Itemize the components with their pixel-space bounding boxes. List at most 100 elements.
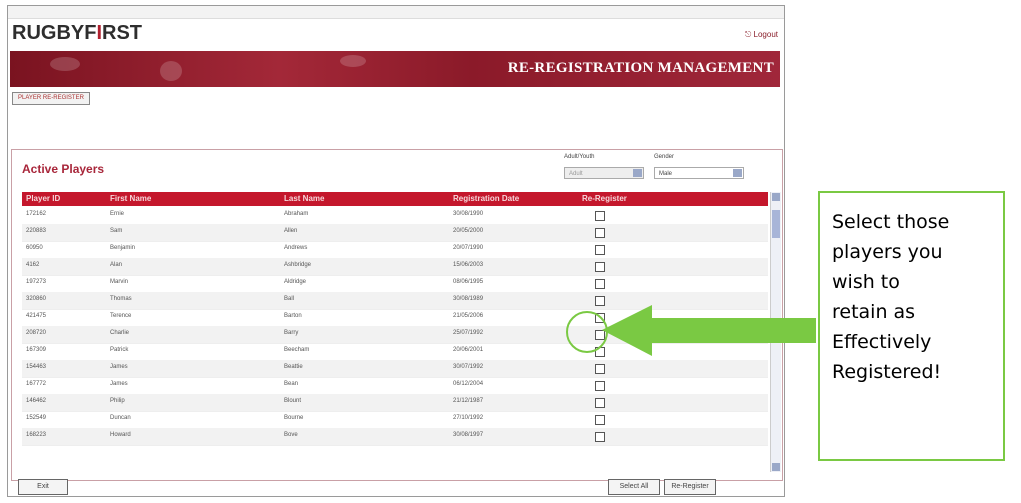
adult-youth-value: Adult bbox=[569, 171, 583, 177]
re-register-checkbox[interactable] bbox=[595, 364, 605, 374]
cell-date: 25/07/1992 bbox=[453, 330, 484, 336]
gender-select[interactable]: Male bbox=[654, 167, 744, 179]
logo-text-part1: RUGBYF bbox=[12, 22, 97, 44]
table-row: 167772 James Bean 06/12/2004 bbox=[22, 377, 768, 395]
gender-label: Gender bbox=[654, 154, 675, 160]
re-register-checkbox[interactable] bbox=[595, 262, 605, 272]
cell-id: 320860 bbox=[26, 296, 47, 302]
cell-date: 08/06/1995 bbox=[453, 279, 484, 285]
re-register-checkbox[interactable] bbox=[595, 279, 605, 289]
re-register-checkbox[interactable] bbox=[595, 228, 605, 238]
adult-youth-select[interactable]: Adult bbox=[564, 167, 644, 179]
cell-id: 208720 bbox=[26, 330, 47, 336]
cell-date: 21/05/2006 bbox=[453, 313, 484, 319]
cell-id: 146462 bbox=[26, 398, 47, 404]
re-register-checkbox[interactable] bbox=[595, 432, 605, 442]
cell-first: Benjamin bbox=[110, 245, 136, 251]
banner-decoration bbox=[50, 57, 80, 71]
table-row: 152549 Duncan Bourne 27/10/1992 bbox=[22, 411, 768, 429]
scroll-up-button[interactable] bbox=[772, 193, 780, 201]
cell-date: 27/10/1992 bbox=[453, 415, 484, 421]
cell-first: Philip bbox=[110, 398, 125, 404]
column-header-first-name[interactable]: First Name bbox=[110, 194, 151, 203]
callout-line: retain as bbox=[832, 301, 916, 323]
grid-header: Player ID First Name Last Name Registrat… bbox=[22, 192, 768, 206]
cell-date: 30/08/1997 bbox=[453, 432, 484, 438]
cell-first: Patrick bbox=[110, 347, 129, 353]
cell-date: 30/08/1989 bbox=[453, 296, 484, 302]
cell-last: Barton bbox=[284, 313, 302, 319]
cell-last: Andrews bbox=[284, 245, 308, 251]
re-register-checkbox[interactable] bbox=[595, 415, 605, 425]
cell-id: 197273 bbox=[26, 279, 47, 285]
banner-decoration bbox=[340, 55, 366, 67]
banner-title: RE-REGISTRATION MANAGEMENT bbox=[507, 60, 774, 76]
scroll-down-button[interactable] bbox=[772, 463, 780, 471]
banner-decoration bbox=[160, 61, 182, 81]
cell-first: Sam bbox=[110, 228, 123, 234]
cell-date: 20/05/2000 bbox=[453, 228, 484, 234]
cell-first: Duncan bbox=[110, 415, 131, 421]
select-all-button[interactable]: Select All bbox=[608, 479, 660, 495]
cell-date: 30/08/1990 bbox=[453, 211, 484, 217]
cell-id: 60950 bbox=[26, 245, 43, 251]
panel-title: Active Players bbox=[22, 162, 105, 176]
instruction-callout: Select those players you wish to retain as E… bbox=[818, 191, 1005, 461]
re-register-checkbox[interactable] bbox=[595, 245, 605, 255]
column-header-last-name[interactable]: Last Name bbox=[284, 194, 324, 203]
logout-link[interactable]: ⎋ Logout bbox=[745, 30, 778, 40]
cell-last: Aldridge bbox=[284, 279, 307, 285]
cell-date: 30/07/1992 bbox=[453, 364, 484, 370]
cell-last: Beattie bbox=[284, 364, 303, 370]
table-row: 4162 Alan Ashbridge 15/06/2003 bbox=[22, 258, 768, 276]
cell-last: Ashbridge bbox=[284, 262, 312, 268]
cell-first: Charlie bbox=[110, 330, 130, 336]
rugbyfirst-logo: RUGBYFIRST bbox=[12, 22, 142, 45]
callout-line: wish to bbox=[832, 271, 900, 293]
table-row: 172162 Ernie Abraham 30/08/1990 bbox=[22, 207, 768, 225]
cell-last: Beecham bbox=[284, 347, 310, 353]
cell-date: 15/06/2003 bbox=[453, 262, 484, 268]
cell-last: Bove bbox=[284, 432, 298, 438]
app-window: RUGBYFIRST ⎋ Logout RE-REGISTRATION MANA… bbox=[7, 5, 785, 497]
browser-top-strip bbox=[8, 6, 784, 19]
re-register-button[interactable]: Re-Register bbox=[664, 479, 716, 495]
callout-line: players you bbox=[832, 241, 943, 263]
cell-id: 220883 bbox=[26, 228, 47, 234]
player-reregister-button[interactable]: PLAYER RE-REGISTER bbox=[12, 92, 90, 105]
cell-date: 20/07/1990 bbox=[453, 245, 484, 251]
callout-line: Effectively bbox=[832, 331, 932, 353]
callout-line: Select those bbox=[832, 211, 950, 233]
cell-date: 21/12/1987 bbox=[453, 398, 484, 404]
cell-first: James bbox=[110, 364, 128, 370]
header-banner: RE-REGISTRATION MANAGEMENT bbox=[10, 51, 780, 87]
callout-arrow bbox=[602, 305, 816, 356]
cell-first: Marvin bbox=[110, 279, 129, 285]
cell-last: Barry bbox=[284, 330, 299, 336]
re-register-checkbox[interactable] bbox=[595, 211, 605, 221]
table-row: 146462 Philip Blount 21/12/1987 bbox=[22, 394, 768, 412]
cell-first: Ernie bbox=[110, 211, 125, 217]
cell-id: 4162 bbox=[26, 262, 40, 268]
chevron-down-icon bbox=[633, 169, 642, 177]
column-header-player-id[interactable]: Player ID bbox=[26, 194, 60, 203]
chevron-down-icon bbox=[733, 169, 742, 177]
logout-label: Logout bbox=[753, 30, 778, 39]
re-register-checkbox[interactable] bbox=[595, 381, 605, 391]
cell-last: Allen bbox=[284, 228, 298, 234]
table-row: 168223 Howard Bove 30/08/1997 bbox=[22, 428, 768, 446]
re-register-checkbox[interactable] bbox=[595, 398, 605, 408]
column-header-re-register[interactable]: Re-Register bbox=[582, 194, 627, 203]
cell-date: 06/12/2004 bbox=[453, 381, 484, 387]
callout-line: Registered! bbox=[832, 361, 942, 383]
exit-button[interactable]: Exit bbox=[18, 479, 68, 495]
scrollbar-thumb[interactable] bbox=[772, 210, 780, 238]
table-row: 60950 Benjamin Andrews 20/07/1990 bbox=[22, 241, 768, 259]
cell-id: 172162 bbox=[26, 211, 47, 217]
cell-first: James bbox=[110, 381, 128, 387]
cell-last: Ball bbox=[284, 296, 295, 302]
cell-last: Bourne bbox=[284, 415, 304, 421]
cell-id: 167772 bbox=[26, 381, 47, 387]
cell-first: Thomas bbox=[110, 296, 132, 302]
column-header-registration-date[interactable]: Registration Date bbox=[453, 194, 519, 203]
